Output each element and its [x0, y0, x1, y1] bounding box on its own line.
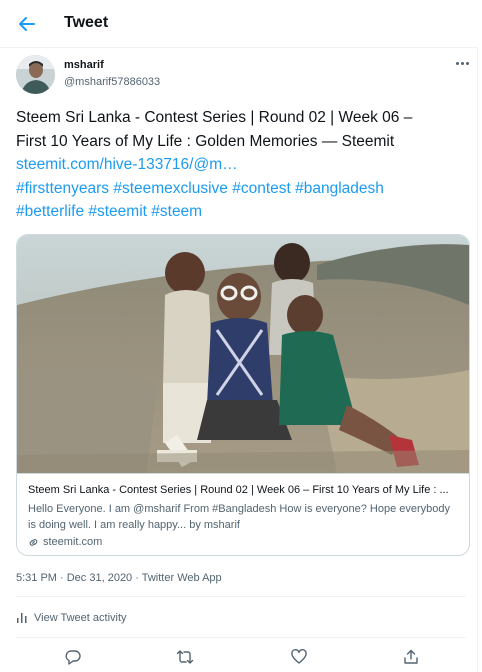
like-icon: [291, 649, 307, 664]
share-button[interactable]: [400, 646, 422, 668]
reply-icon: [65, 650, 81, 665]
tweet-text-line: Steem Sri Lanka - Contest Series | Round…: [16, 109, 413, 126]
reply-button[interactable]: [62, 646, 84, 668]
page-title: Tweet: [64, 14, 109, 31]
card-title: Steem Sri Lanka - Contest Series | Round…: [28, 484, 449, 496]
author-name[interactable]: msharif: [64, 59, 104, 71]
tweet-body: Steem Sri Lanka - Contest Series | Round…: [16, 106, 466, 224]
card-domain: steemit.com: [28, 535, 458, 550]
divider: [16, 596, 466, 597]
avatar[interactable]: [16, 55, 55, 94]
divider: [16, 637, 466, 638]
arrow-left-icon: [19, 17, 35, 31]
link-icon: [29, 539, 38, 546]
card-domain-text: steemit.com: [43, 536, 103, 548]
tweet-text-line: First 10 Years of My Life : Golden Memor…: [16, 132, 395, 150]
card-description: Hello Everyone. I am @msharif From #Bang…: [28, 503, 451, 531]
hashtags-line[interactable]: #betterlife #steemit #steem: [16, 200, 466, 224]
hashtags-line[interactable]: #firsttenyears #steemexclusive #contest …: [16, 177, 466, 201]
tweet-actions: [0, 644, 478, 670]
retweet-icon: [176, 650, 194, 664]
tweet-page: Tweet msharif @msharif57886033 Steem Sri…: [0, 0, 478, 672]
analytics-icon: [17, 613, 27, 623]
link-preview-card[interactable]: Steem Sri Lanka - Contest Series | Round…: [16, 234, 470, 556]
card-details: Steem Sri Lanka - Contest Series | Round…: [17, 473, 469, 555]
share-icon: [404, 649, 418, 664]
back-button[interactable]: [14, 11, 40, 37]
activity-label: View Tweet activity: [34, 612, 127, 624]
tweet-link[interactable]: steemit.com/hive-133716/@m…: [16, 153, 466, 177]
card-photo: [17, 235, 469, 473]
view-activity-link[interactable]: View Tweet activity: [16, 611, 127, 625]
top-bar: Tweet: [0, 0, 478, 48]
more-options-button[interactable]: [454, 58, 470, 68]
more-dots-icon: [455, 61, 459, 65]
retweet-button[interactable]: [174, 646, 196, 668]
tweet-author: msharif @msharif57886033: [16, 55, 469, 95]
tweet-timestamp[interactable]: 5:31 PM · Dec 31, 2020 · Twitter Web App: [16, 572, 222, 584]
author-handle[interactable]: @msharif57886033: [64, 76, 160, 88]
like-button[interactable]: [288, 646, 310, 668]
